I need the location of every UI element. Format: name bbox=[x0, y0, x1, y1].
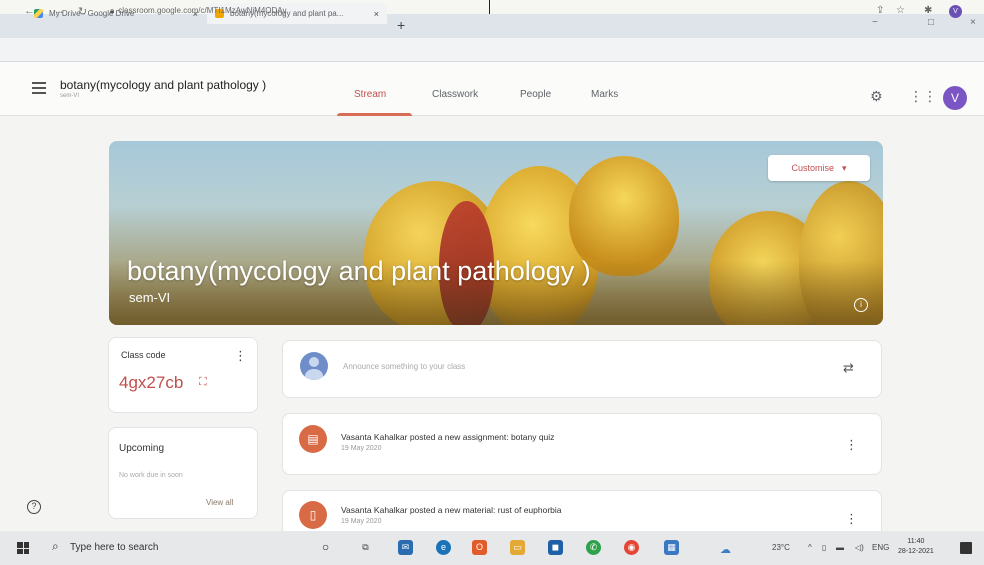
class-code-label: Class code bbox=[121, 350, 166, 360]
clock-time: 11:40 bbox=[907, 538, 925, 545]
notification-icon[interactable] bbox=[960, 542, 972, 554]
user-avatar-icon bbox=[300, 352, 328, 380]
banner-class-title: botany(mycology and plant pathology ) bbox=[127, 256, 591, 286]
assignment-icon: ▤ bbox=[299, 425, 327, 453]
whatsapp-icon[interactable]: ✆ bbox=[586, 540, 601, 555]
network-icon[interactable]: ▯ bbox=[822, 543, 826, 552]
url-text: classroom.google.com/c/MTI1MzAwNjM4ODAy bbox=[118, 6, 287, 15]
edge-browser-icon[interactable]: e bbox=[436, 540, 451, 555]
new-tab-button[interactable]: + bbox=[397, 17, 405, 33]
post-title: Vasanta Kahalkar posted a new assignment… bbox=[341, 432, 555, 442]
extensions-icon[interactable]: ✱ bbox=[924, 5, 932, 16]
mail-icon[interactable]: ✉ bbox=[398, 540, 413, 555]
reload-icon[interactable]: ↻ bbox=[78, 5, 87, 18]
repost-icon[interactable]: ⇄ bbox=[843, 360, 854, 376]
taskbar-clock[interactable]: 11:40 28-12-2021 bbox=[898, 537, 934, 557]
file-explorer-icon[interactable]: ▭ bbox=[510, 540, 525, 555]
chevron-up-icon[interactable]: ^ bbox=[808, 543, 812, 552]
tab-close-icon[interactable]: × bbox=[374, 9, 379, 19]
post-date: 19 May 2020 bbox=[341, 445, 382, 452]
class-section: sem-VI bbox=[60, 93, 80, 99]
post-date: 19 May 2020 bbox=[341, 518, 382, 525]
class-code-more-icon[interactable]: ⋮ bbox=[234, 348, 247, 364]
customise-label: Customise bbox=[791, 163, 834, 173]
google-drive-icon bbox=[34, 9, 43, 18]
browser-profile-avatar[interactable]: V bbox=[949, 5, 962, 18]
office-icon[interactable]: O bbox=[472, 540, 487, 555]
volume-icon[interactable]: ◁) bbox=[855, 543, 864, 552]
tab-people[interactable]: People bbox=[520, 89, 551, 100]
upcoming-label: Upcoming bbox=[119, 443, 165, 454]
material-icon: ▯ bbox=[299, 501, 327, 529]
class-info-icon[interactable]: i bbox=[854, 298, 868, 312]
post-more-icon[interactable]: ⋮ bbox=[845, 511, 858, 527]
tab-classwork[interactable]: Classwork bbox=[432, 89, 478, 100]
tab-marks[interactable]: Marks bbox=[591, 89, 618, 100]
dropdown-caret-icon: ▾ bbox=[841, 162, 847, 173]
upcoming-empty-text: No work due in soon bbox=[119, 472, 183, 479]
active-tab-indicator bbox=[337, 113, 412, 116]
lock-icon: 🔒︎ bbox=[110, 6, 115, 15]
post-more-icon[interactable]: ⋮ bbox=[845, 437, 858, 453]
apps-grid-icon[interactable]: ⋮⋮ bbox=[909, 88, 937, 105]
fullscreen-code-icon[interactable]: ⛶ bbox=[199, 376, 207, 389]
photos-icon[interactable]: ▦ bbox=[664, 540, 679, 555]
cortana-icon[interactable]: ○ bbox=[318, 540, 333, 555]
customise-button[interactable]: Customise ▾ bbox=[768, 155, 870, 181]
class-code-value: 4gx27cb bbox=[119, 373, 184, 392]
class-title[interactable]: botany(mycology and plant pathology ) bbox=[60, 78, 266, 92]
account-avatar[interactable]: V bbox=[943, 86, 967, 110]
minimize-button[interactable]: − bbox=[872, 17, 878, 28]
chrome-icon[interactable]: ◉ bbox=[624, 540, 639, 555]
back-arrow-icon[interactable]: ← bbox=[24, 5, 35, 17]
taskbar-search-input[interactable]: Type here to search bbox=[70, 542, 158, 553]
address-bar-row bbox=[0, 38, 984, 62]
paper-pen-mark bbox=[489, 0, 490, 14]
close-window-button[interactable]: × bbox=[970, 17, 976, 28]
forward-arrow-icon[interactable]: → bbox=[54, 5, 65, 17]
share-icon[interactable]: ⇪ bbox=[876, 5, 884, 16]
stream-post[interactable] bbox=[282, 413, 882, 475]
settings-gear-icon[interactable]: ⚙ bbox=[870, 88, 883, 105]
task-view-icon[interactable]: ⧉ bbox=[358, 540, 373, 555]
weather-icon[interactable]: ☁ bbox=[720, 543, 731, 556]
temperature-text[interactable]: 23°C bbox=[772, 543, 790, 552]
url-field[interactable]: 🔒︎ classroom.google.com/c/MTI1MzAwNjM4ODA… bbox=[110, 6, 286, 16]
bookmark-star-icon[interactable]: ☆ bbox=[896, 5, 905, 16]
clock-date: 28-12-2021 bbox=[898, 548, 934, 555]
search-icon[interactable]: ⌕ bbox=[52, 539, 59, 554]
main-menu-icon[interactable] bbox=[32, 82, 46, 97]
post-title: Vasanta Kahalkar posted a new material: … bbox=[341, 505, 562, 515]
banner-class-section: sem-VI bbox=[129, 290, 171, 305]
view-all-link[interactable]: View all bbox=[206, 498, 233, 507]
maximize-button[interactable]: □ bbox=[928, 17, 934, 28]
store-icon[interactable]: ◼ bbox=[548, 540, 563, 555]
battery-icon[interactable]: ▬ bbox=[836, 543, 844, 552]
windows-start-icon[interactable] bbox=[17, 542, 29, 554]
announce-input[interactable]: Announce something to your class bbox=[343, 362, 465, 371]
help-icon[interactable]: ? bbox=[27, 500, 41, 514]
class-banner-image bbox=[109, 141, 883, 325]
tab-stream[interactable]: Stream bbox=[354, 89, 386, 100]
language-indicator[interactable]: ENG bbox=[872, 543, 889, 552]
